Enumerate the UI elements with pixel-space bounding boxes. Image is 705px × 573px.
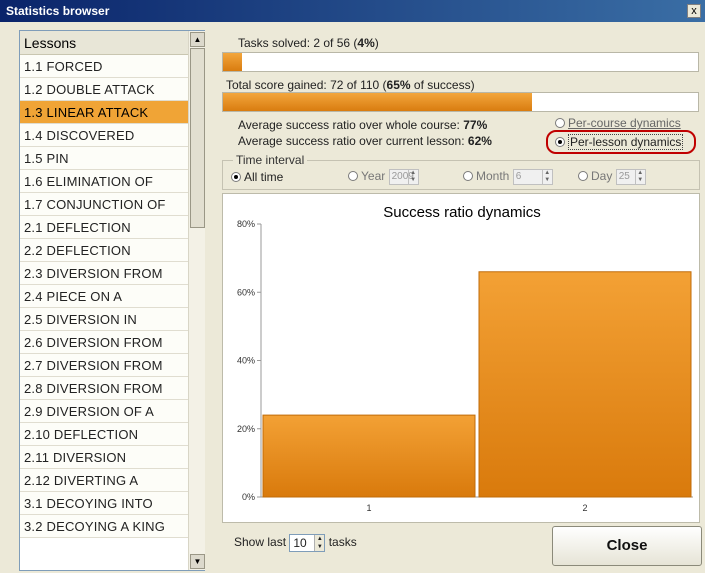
lessons-list-panel: Lessons 1.1 FORCED 1.2 DOUBLE ATTACK 1.3 L… <box>19 30 205 571</box>
y-tick-label: 40% <box>237 356 255 366</box>
lesson-item[interactable]: 2.9 DIVERSION OF A <box>20 400 188 423</box>
score-progress-bar <box>222 92 699 112</box>
show-last-control: Show last 10 ▲ ▼ tasks <box>234 534 357 552</box>
year-radio[interactable]: Year 2009 ▲ ▼ <box>348 169 419 185</box>
scroll-thumb[interactable] <box>190 48 205 228</box>
lesson-item[interactable]: 2.7 DIVERSION FROM <box>20 354 188 377</box>
spinner-arrows-icon[interactable]: ▲ ▼ <box>407 170 418 184</box>
x-tick-label: 1 <box>366 503 371 513</box>
score-text: Total score gained: 72 of 110 (65% of su… <box>226 78 475 92</box>
score-progress-fill <box>223 93 532 111</box>
y-tick-label: 80% <box>237 219 255 229</box>
lesson-item[interactable]: 2.5 DIVERSION IN <box>20 308 188 331</box>
radio-icon <box>578 171 588 182</box>
y-tick-label: 60% <box>237 287 255 297</box>
radio-selected-icon <box>231 172 241 182</box>
radio-icon <box>555 118 565 128</box>
lesson-item[interactable]: 3.1 DECOYING INTO <box>20 492 188 515</box>
lesson-item[interactable]: 1.7 CONJUNCTION OF <box>20 193 188 216</box>
lesson-item[interactable]: 2.1 DEFLECTION <box>20 216 188 239</box>
scroll-up-icon[interactable]: ▲ <box>190 32 205 47</box>
lesson-item[interactable]: 2.12 DIVERTING A <box>20 469 188 492</box>
tasks-progress-bar <box>222 52 699 72</box>
bar <box>478 271 692 498</box>
lessons-list: 1.1 FORCED 1.2 DOUBLE ATTACK 1.3 LINEAR AT… <box>20 55 188 538</box>
lesson-item[interactable]: 2.8 DIVERSION FROM <box>20 377 188 400</box>
show-last-label: Show last <box>234 535 287 550</box>
year-spinner[interactable]: 2009 ▲ ▼ <box>388 169 419 185</box>
time-interval-legend: Time interval <box>233 153 308 167</box>
lesson-item[interactable]: 1.2 DOUBLE ATTACK <box>20 78 188 101</box>
radio-icon <box>348 171 358 182</box>
lesson-item[interactable]: 2.2 DEFLECTION <box>20 239 188 262</box>
lesson-item[interactable]: 2.10 DEFLECTION <box>20 423 188 446</box>
lessons-scrollbar[interactable]: ▲ ▼ <box>188 31 205 570</box>
avg-course-text: Average success ratio over whole course:… <box>238 118 488 132</box>
bar <box>262 414 476 498</box>
scroll-down-icon[interactable]: ▼ <box>190 554 205 569</box>
all-time-radio[interactable]: All time <box>231 170 283 184</box>
lesson-item[interactable]: 2.4 PIECE ON A <box>20 285 188 308</box>
lesson-item[interactable]: 1.3 LINEAR ATTACK <box>20 101 188 124</box>
month-radio[interactable]: Month 6 ▲ ▼ <box>463 169 553 185</box>
tasks-progress-fill <box>223 53 242 71</box>
success-ratio-chart: Success ratio dynamics 0% 20% 40% 60% 80% 1 2 <box>222 193 700 523</box>
tasks-solved-text: Tasks solved: 2 of 56 (4%) <box>238 36 379 50</box>
radio-icon <box>463 171 473 182</box>
time-interval-group: Time interval All time Year 2009 ▲ ▼ Month… <box>222 153 700 190</box>
lessons-header: Lessons <box>20 31 188 55</box>
x-tick-label: 2 <box>582 503 587 513</box>
lesson-item[interactable]: 1.1 FORCED <box>20 55 188 78</box>
statistics-panel: Tasks solved: 2 of 56 (4%) Total score g… <box>218 28 705 573</box>
y-tick-label: 20% <box>237 424 255 434</box>
window-close-icon[interactable]: x <box>687 4 701 18</box>
lesson-item[interactable]: 2.11 DIVERSION <box>20 446 188 469</box>
window-title: Statistics browser <box>6 4 110 18</box>
lesson-item[interactable]: 1.4 DISCOVERED <box>20 124 188 147</box>
lesson-item[interactable]: 2.6 DIVERSION FROM <box>20 331 188 354</box>
avg-lesson-text: Average success ratio over current lesso… <box>238 134 492 148</box>
lesson-item[interactable]: 3.2 DECOYING A KING <box>20 515 188 538</box>
spinner-arrows-icon[interactable]: ▲ ▼ <box>314 535 325 551</box>
chart-svg: 0% 20% 40% 60% 80% 1 2 <box>237 219 693 513</box>
month-spinner[interactable]: 6 ▲ ▼ <box>512 169 553 185</box>
show-last-input[interactable]: 10 ▲ ▼ <box>289 534 326 552</box>
per-lesson-radio[interactable]: Per-lesson dynamics <box>555 134 684 150</box>
lesson-item[interactable]: 2.3 DIVERSION FROM <box>20 262 188 285</box>
y-tick-label: 0% <box>242 492 255 502</box>
close-button[interactable]: Close <box>552 526 702 566</box>
lesson-item[interactable]: 1.5 PIN <box>20 147 188 170</box>
day-radio[interactable]: Day 25 ▲ ▼ <box>578 169 646 185</box>
spinner-arrows-icon[interactable]: ▲ ▼ <box>541 170 552 184</box>
tasks-label: tasks <box>328 535 357 550</box>
title-bar: Statistics browser x <box>0 0 705 22</box>
spinner-arrows-icon[interactable]: ▲ ▼ <box>634 170 645 184</box>
lesson-item[interactable]: 1.6 ELIMINATION OF <box>20 170 188 193</box>
radio-selected-icon <box>555 137 565 147</box>
per-course-radio[interactable]: Per-course dynamics <box>555 116 681 130</box>
statistics-window: Statistics browser x Lessons 1.1 FORCED 1… <box>0 0 705 573</box>
day-spinner[interactable]: 25 ▲ ▼ <box>615 169 646 185</box>
